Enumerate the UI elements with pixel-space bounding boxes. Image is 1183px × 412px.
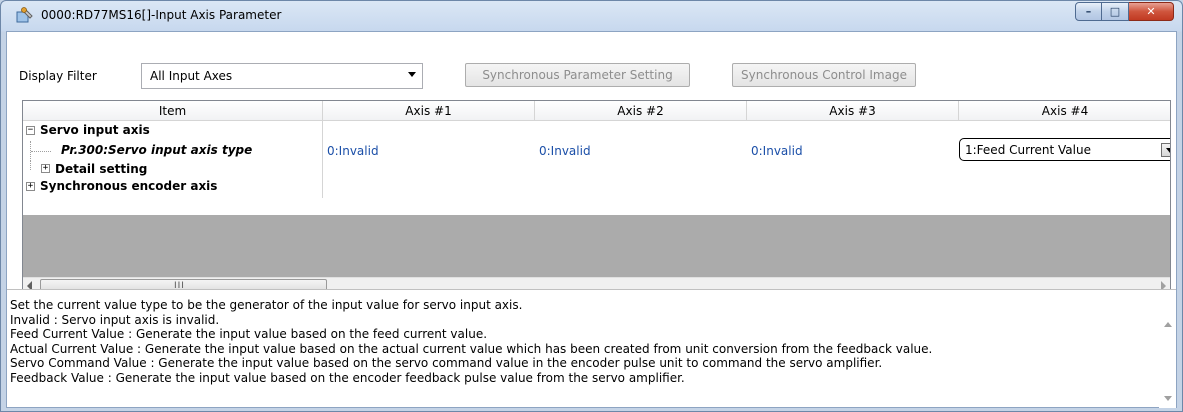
axis-2-cell xyxy=(535,178,747,198)
description-panel: Set the current value type to be the gen… xyxy=(7,289,1176,408)
parameter-grid: Item Axis #1 Axis #2 Axis #3 Axis #4 − S… xyxy=(22,100,1171,296)
display-filter-label: Display Filter xyxy=(19,69,97,83)
chevron-down-icon xyxy=(408,72,416,77)
grid-body: − Servo input axis Pr.300:Servo input ax… xyxy=(23,121,1170,215)
description-line: Feed Current Value : Generate the input … xyxy=(10,327,488,341)
column-header-axis-2[interactable]: Axis #2 xyxy=(535,101,747,121)
title-bar[interactable]: 0000:RD77MS16[]-Input Axis Parameter – □… xyxy=(1,1,1182,31)
caption-buttons: – □ ✕ xyxy=(1075,2,1174,21)
axis-1-value: 0:Invalid xyxy=(327,144,379,158)
axis-1-cell xyxy=(323,178,535,198)
close-button[interactable]: ✕ xyxy=(1129,2,1174,21)
description-line: Set the current value type to be the gen… xyxy=(10,298,523,312)
axis-4-cell: 1:Feed Current Value xyxy=(959,138,1170,161)
item-cell: + Detail setting xyxy=(23,161,323,178)
close-icon: ✕ xyxy=(1146,5,1156,18)
column-header-axis-1[interactable]: Axis #1 xyxy=(323,101,535,121)
vertical-scrollbar[interactable] xyxy=(1159,290,1176,408)
scroll-down-icon[interactable] xyxy=(1164,396,1172,401)
app-wrench-icon xyxy=(16,7,33,23)
axis-2-cell xyxy=(535,161,747,178)
collapse-icon[interactable]: − xyxy=(26,126,35,135)
axis-2-cell[interactable]: 0:Invalid xyxy=(535,141,747,161)
display-filter-select[interactable]: All Input Axes xyxy=(141,63,423,89)
synchronous-control-image-button[interactable]: Synchronous Control Image xyxy=(732,63,916,87)
column-header-axis-4[interactable]: Axis #4 xyxy=(959,101,1170,121)
display-filter-value: All Input Axes xyxy=(150,69,233,83)
axis-4-cell xyxy=(959,161,1170,178)
grid-header: Item Axis #1 Axis #2 Axis #3 Axis #4 xyxy=(23,101,1170,121)
axis-4-cell xyxy=(959,178,1170,198)
axis-1-cell xyxy=(323,161,535,178)
axis-4-type-combobox[interactable]: 1:Feed Current Value xyxy=(959,138,1170,161)
window-client-area: Display Filter All Input Axes Synchronou… xyxy=(6,31,1177,408)
description-line: Servo Command Value : Generate the input… xyxy=(10,356,883,370)
expand-icon[interactable]: + xyxy=(41,164,50,173)
axis-3-cell xyxy=(747,178,959,198)
maximize-button[interactable]: □ xyxy=(1102,2,1129,21)
grid-empty-area xyxy=(23,215,1170,277)
description-line: Invalid : Servo input axis is invalid. xyxy=(10,312,220,327)
item-cell: Pr.300:Servo input axis type xyxy=(23,141,323,161)
toolbar: Display Filter All Input Axes Synchronou… xyxy=(7,32,1176,94)
axis-2-value: 0:Invalid xyxy=(539,144,591,158)
expand-icon[interactable]: + xyxy=(26,182,35,191)
minimize-icon: – xyxy=(1085,5,1092,18)
axis-2-cell xyxy=(535,121,747,141)
row-label-servo-input-axis: Servo input axis xyxy=(40,123,150,137)
table-row: + Detail setting xyxy=(23,161,1170,178)
axis-3-cell[interactable]: 0:Invalid xyxy=(747,141,959,161)
minimize-button[interactable]: – xyxy=(1075,2,1102,21)
axis-1-cell[interactable]: 0:Invalid xyxy=(323,141,535,161)
axis-3-cell xyxy=(747,121,959,141)
axis-3-value: 0:Invalid xyxy=(751,144,803,158)
table-row: + Synchronous encoder axis xyxy=(23,178,1170,198)
scroll-up-icon[interactable] xyxy=(1164,322,1172,327)
item-cell: + Synchronous encoder axis xyxy=(23,178,323,198)
item-cell: − Servo input axis xyxy=(23,121,323,141)
tree-line xyxy=(31,151,51,152)
tree-line xyxy=(30,161,31,170)
axis-3-cell xyxy=(747,161,959,178)
row-label-detail-setting: Detail setting xyxy=(55,162,148,176)
description-line: Actual Current Value : Generate the inpu… xyxy=(10,341,933,356)
description-line: Feedback Value : Generate the input valu… xyxy=(10,370,685,385)
axis-4-value: 1:Feed Current Value xyxy=(965,143,1091,157)
input-axis-parameter-window: 0000:RD77MS16[]-Input Axis Parameter – □… xyxy=(0,0,1183,412)
chevron-down-icon[interactable] xyxy=(1161,143,1170,157)
row-label-servo-input-axis-type: Pr.300:Servo input axis type xyxy=(61,143,253,157)
synchronous-parameter-setting-button[interactable]: Synchronous Parameter Setting xyxy=(465,63,690,87)
maximize-icon: □ xyxy=(1109,5,1121,18)
row-label-synchronous-encoder-axis: Synchronous encoder axis xyxy=(40,179,218,193)
column-header-item[interactable]: Item xyxy=(23,101,323,121)
column-header-axis-3[interactable]: Axis #3 xyxy=(747,101,959,121)
table-row: Pr.300:Servo input axis type 0:Invalid 0… xyxy=(23,138,1170,161)
description-text: Set the current value type to be the gen… xyxy=(10,298,1140,385)
axis-1-cell xyxy=(323,121,535,141)
window-title: 0000:RD77MS16[]-Input Axis Parameter xyxy=(41,8,282,22)
